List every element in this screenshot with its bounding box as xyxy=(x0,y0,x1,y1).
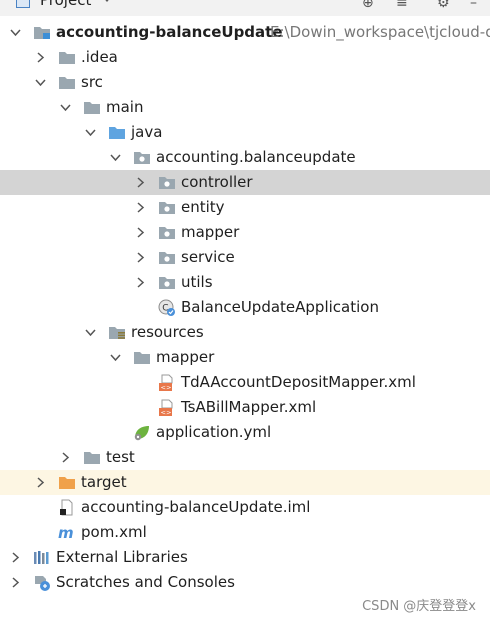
tree-row[interactable]: main xyxy=(0,95,490,120)
chevron-down-icon[interactable] xyxy=(83,120,99,145)
chevron-right-icon[interactable] xyxy=(133,270,149,295)
gear-icon[interactable]: ⚙ xyxy=(437,0,450,11)
xml-file-icon: <> xyxy=(158,374,176,392)
tree-row[interactable]: controller xyxy=(0,170,490,195)
tree-item-label: target xyxy=(81,473,127,491)
svg-text:<>: <> xyxy=(161,384,172,392)
chevron-right-icon[interactable] xyxy=(133,170,149,195)
package-icon xyxy=(158,174,176,191)
tree-item-label: Scratches and Consoles xyxy=(56,573,235,591)
tree-item-label: External Libraries xyxy=(56,548,188,566)
chevron-right-icon[interactable] xyxy=(133,245,149,270)
chevron-down-icon[interactable] xyxy=(33,70,49,95)
watermark: CSDN @庆登登登x xyxy=(362,599,476,614)
folder-icon xyxy=(83,449,101,466)
libraries-icon xyxy=(33,549,51,566)
chevron-right-icon[interactable] xyxy=(33,45,49,70)
xml-file-icon: <> xyxy=(158,399,176,417)
tree-row[interactable]: utils xyxy=(0,270,490,295)
chevron-right-icon[interactable] xyxy=(8,545,24,570)
tree-row[interactable]: External Libraries xyxy=(0,545,490,570)
module-path: E:\Dowin_workspace\tjcloud-d xyxy=(270,23,490,41)
tree-item-label: accounting-balanceUpdate xyxy=(56,23,283,41)
chevron-down-icon[interactable] xyxy=(58,95,74,120)
tree-row[interactable]: C BalanceUpdateApplication xyxy=(0,295,490,320)
svg-text:<>: <> xyxy=(161,409,172,417)
tree-item-label: main xyxy=(106,98,144,116)
chevron-right-icon[interactable] xyxy=(33,470,49,495)
spring-yml-icon xyxy=(133,424,151,441)
tree-row[interactable]: test xyxy=(0,445,490,470)
tree-item-label: src xyxy=(81,73,103,91)
package-icon xyxy=(133,149,151,166)
module-folder-icon xyxy=(33,24,51,41)
tree-row[interactable]: <> TsABillMapper.xml xyxy=(0,395,490,420)
tree-item-label: service xyxy=(181,248,235,266)
hide-icon[interactable]: – xyxy=(470,0,477,11)
chevron-right-icon[interactable] xyxy=(8,570,24,595)
package-icon xyxy=(158,274,176,291)
tree-item-label: TdAAccountDepositMapper.xml xyxy=(181,373,416,391)
tree-row[interactable]: accounting.balanceupdate xyxy=(0,145,490,170)
tree-item-label: controller xyxy=(181,173,253,191)
source-folder-icon xyxy=(108,124,126,141)
tree-row[interactable]: accounting-balanceUpdate.iml xyxy=(0,495,490,520)
spring-boot-class-icon: C xyxy=(158,299,176,316)
tree-row[interactable]: target xyxy=(0,470,490,495)
tree-row[interactable]: mapper xyxy=(0,345,490,370)
chevron-down-icon[interactable] xyxy=(83,320,99,345)
tree-item-label: accounting-balanceUpdate.iml xyxy=(81,498,311,516)
chevron-right-icon[interactable] xyxy=(58,445,74,470)
tree-item-label: .idea xyxy=(81,48,118,66)
tree-item-label: accounting.balanceupdate xyxy=(156,148,356,166)
tree-row[interactable]: m pom.xml xyxy=(0,520,490,545)
excluded-folder-icon xyxy=(58,474,76,491)
tree-row[interactable]: <> TdAAccountDepositMapper.xml xyxy=(0,370,490,395)
tree-item-label: java xyxy=(131,123,163,141)
tree-row[interactable]: mapper xyxy=(0,220,490,245)
tree-row[interactable]: resources xyxy=(0,320,490,345)
tree-row[interactable]: accounting-balanceUpdate E:\Dowin_workspa… xyxy=(0,20,490,45)
folder-icon xyxy=(58,74,76,91)
folder-icon xyxy=(83,99,101,116)
tree-item-label: TsABillMapper.xml xyxy=(181,398,317,416)
tree-row[interactable]: src xyxy=(0,70,490,95)
tree-item-label: mapper xyxy=(156,348,215,366)
tree-item-label: application.yml xyxy=(156,423,272,441)
resources-folder-icon xyxy=(108,324,126,341)
collapse-all-icon[interactable]: ≡ xyxy=(396,0,408,11)
tree-row[interactable]: java xyxy=(0,120,490,145)
package-icon xyxy=(158,199,176,216)
tree-row[interactable]: application.yml xyxy=(0,420,490,445)
tree-row[interactable]: Scratches and Consoles xyxy=(0,570,490,595)
project-view-icon xyxy=(16,0,30,8)
tree-item-label: test xyxy=(106,448,135,466)
package-icon xyxy=(158,249,176,266)
project-panel-header: Project ⊕ ≡ ⚙ – xyxy=(0,0,490,16)
folder-icon xyxy=(133,349,151,366)
tree-item-label: mapper xyxy=(181,223,240,241)
tree-row[interactable]: service xyxy=(0,245,490,270)
scratches-icon xyxy=(33,574,51,591)
chevron-down-icon[interactable] xyxy=(8,20,24,45)
tree-item-label: utils xyxy=(181,273,213,291)
tree-row[interactable]: .idea xyxy=(0,45,490,70)
chevron-down-icon[interactable] xyxy=(108,345,124,370)
locate-file-icon[interactable]: ⊕ xyxy=(362,0,374,11)
chevron-right-icon[interactable] xyxy=(133,195,149,220)
tree-item-label: entity xyxy=(181,198,225,216)
tree-item-label: BalanceUpdateApplication xyxy=(181,298,379,316)
maven-icon: m xyxy=(58,524,76,542)
tree-item-label: pom.xml xyxy=(81,523,147,541)
tree-item-label: resources xyxy=(131,323,204,341)
svg-text:m: m xyxy=(58,524,74,540)
package-icon xyxy=(158,224,176,241)
tree-row[interactable]: entity xyxy=(0,195,490,220)
folder-icon xyxy=(58,49,76,66)
iml-file-icon xyxy=(58,499,76,516)
chevron-down-icon[interactable] xyxy=(108,145,124,170)
panel-title[interactable]: Project xyxy=(40,0,91,9)
view-dropdown-caret-icon[interactable] xyxy=(102,0,112,2)
chevron-right-icon[interactable] xyxy=(133,220,149,245)
